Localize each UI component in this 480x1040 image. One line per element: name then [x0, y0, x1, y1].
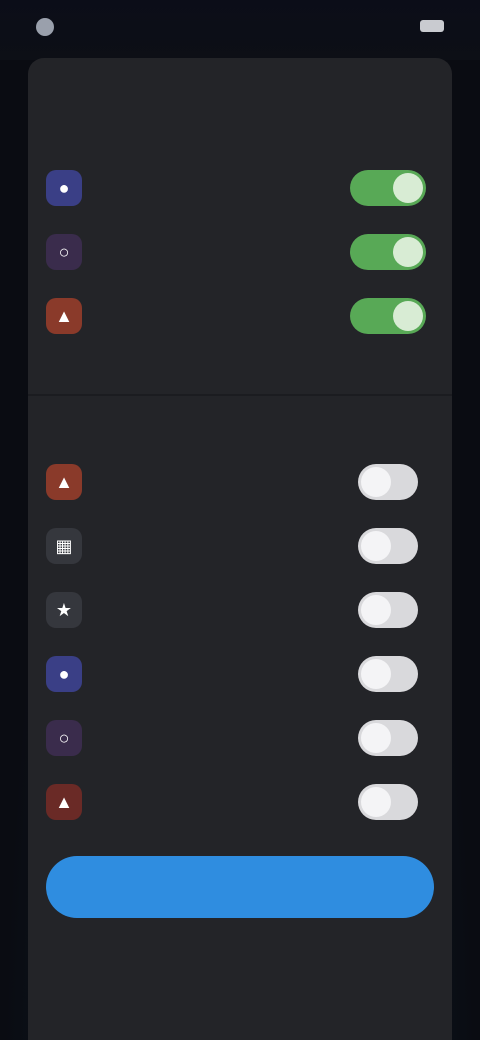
enabled-row-2[interactable]: ○ — [28, 220, 452, 284]
notification-icon — [36, 18, 54, 36]
toggle-switch-on[interactable] — [350, 170, 426, 206]
screen: ● ○ ▲ ▲ ▦ ★ ● ○ ▲ — [0, 0, 480, 1040]
toggle-switch-off[interactable] — [358, 720, 418, 756]
available-row-3[interactable]: ★ — [28, 578, 452, 642]
toggle-switch-off[interactable] — [358, 656, 418, 692]
status-left — [36, 18, 64, 36]
star-icon: ★ — [46, 592, 82, 628]
toggle-switch-off[interactable] — [358, 528, 418, 564]
toggle-knob — [393, 173, 423, 203]
flame-icon: ▲ — [46, 464, 82, 500]
primary-action-button[interactable] — [46, 856, 434, 918]
chat-icon: ○ — [46, 720, 82, 756]
grid-icon: ▦ — [46, 528, 82, 564]
toggle-switch-on[interactable] — [350, 298, 426, 334]
battery-icon — [420, 20, 444, 32]
status-bar — [0, 0, 480, 60]
person-icon: ● — [46, 170, 82, 206]
toggle-knob — [361, 467, 391, 497]
toggle-switch-off[interactable] — [358, 592, 418, 628]
available-row-6[interactable]: ▲ — [28, 770, 452, 834]
toggle-knob — [361, 787, 391, 817]
toggle-switch-on[interactable] — [350, 234, 426, 270]
available-row-1[interactable]: ▲ — [28, 450, 452, 514]
toggle-switch-off[interactable] — [358, 784, 418, 820]
available-row-5[interactable]: ○ — [28, 706, 452, 770]
available-row-2[interactable]: ▦ — [28, 514, 452, 578]
status-right — [410, 20, 444, 32]
enabled-row-3[interactable]: ▲ — [28, 284, 452, 348]
person-icon: ● — [46, 656, 82, 692]
toggle-knob — [361, 531, 391, 561]
toggle-knob — [393, 301, 423, 331]
toggle-knob — [393, 237, 423, 267]
available-row-4[interactable]: ● — [28, 642, 452, 706]
flame-icon: ▲ — [46, 784, 82, 820]
enabled-row-1[interactable]: ● — [28, 156, 452, 220]
toggle-knob — [361, 723, 391, 753]
toggle-knob — [361, 595, 391, 625]
flame-icon: ▲ — [46, 298, 82, 334]
chat-icon: ○ — [46, 234, 82, 270]
toggle-knob — [361, 659, 391, 689]
section-divider — [28, 394, 452, 396]
toggle-switch-off[interactable] — [358, 464, 418, 500]
